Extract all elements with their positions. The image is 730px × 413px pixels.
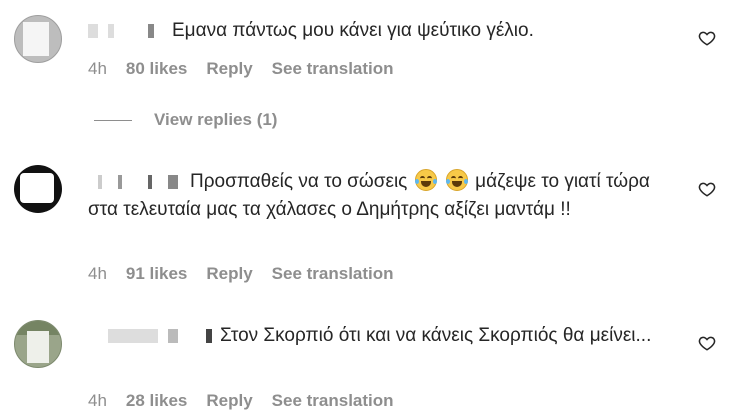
avatar[interactable] <box>14 15 62 63</box>
likes-count[interactable]: 28 likes <box>126 391 187 411</box>
see-translation-button[interactable]: See translation <box>272 264 394 284</box>
likes-count[interactable]: 91 likes <box>126 264 187 284</box>
laughing-tears-emoji-icon <box>445 169 468 191</box>
username-redacted[interactable] <box>88 174 184 189</box>
timestamp: 4h <box>88 391 107 410</box>
comment-body: Εμανα πάντως μου κάνει για ψεύτικο γέλιο… <box>172 20 534 41</box>
likes-count[interactable]: 80 likes <box>126 59 187 79</box>
comment-meta: 4h 80 likes Reply See translation <box>88 59 394 79</box>
view-replies-label: View replies (1) <box>154 110 278 129</box>
view-replies-button[interactable]: View replies (1) <box>94 110 277 130</box>
heart-icon[interactable] <box>698 180 716 198</box>
comment-text: Εμανα πάντως μου κάνει για ψεύτικο γέλιο… <box>88 17 688 45</box>
see-translation-button[interactable]: See translation <box>272 391 394 411</box>
avatar[interactable] <box>14 165 62 213</box>
reply-button[interactable]: Reply <box>206 264 252 284</box>
see-translation-button[interactable]: See translation <box>272 59 394 79</box>
username-redacted[interactable] <box>88 328 214 343</box>
comment-text: Προσπαθείς να το σώσεις μάζεψε το γιατί … <box>88 168 678 224</box>
comment-body-start: Προσπαθείς να το σώσεις <box>190 171 408 192</box>
comment-meta: 4h 91 likes Reply See translation <box>88 264 394 284</box>
reply-button[interactable]: Reply <box>206 391 252 411</box>
username-redacted[interactable] <box>88 23 166 38</box>
heart-icon[interactable] <box>698 29 716 47</box>
heart-icon[interactable] <box>698 334 716 352</box>
comment-body: Στον Σκορπιό ότι και να κάνεις Σκορπιός … <box>220 325 652 346</box>
reply-divider <box>94 119 132 121</box>
comment-text: Στον Σκορπιό ότι και να κάνεις Σκορπιός … <box>88 322 678 350</box>
avatar[interactable] <box>14 320 62 368</box>
laughing-tears-emoji-icon <box>414 169 437 191</box>
comment-meta: 4h 28 likes Reply See translation <box>88 391 394 411</box>
timestamp: 4h <box>88 59 107 78</box>
timestamp: 4h <box>88 264 107 283</box>
reply-button[interactable]: Reply <box>206 59 252 79</box>
